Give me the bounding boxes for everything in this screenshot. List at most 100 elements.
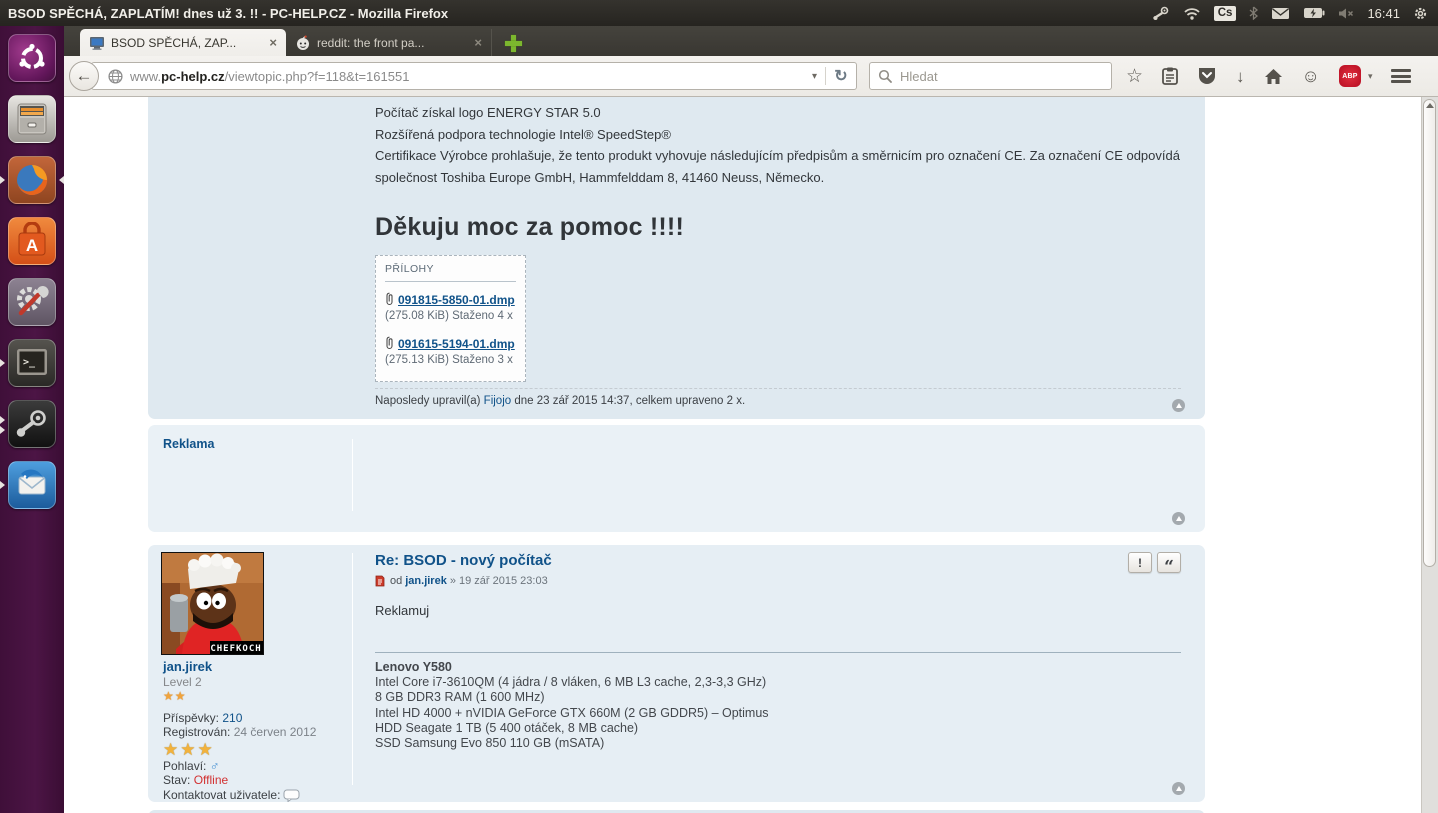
tab-strip: BSOD SPĚCHÁ, ZAP... × reddit: the front … — [64, 26, 1438, 56]
rank-stars-icon: ★★ — [163, 689, 187, 703]
up-arrow-icon — [1175, 515, 1182, 521]
clock[interactable]: 16:41 — [1367, 6, 1400, 21]
navigation-toolbar: ← www.pc-help.cz/viewtopic.php?f=118&t=1… — [64, 56, 1438, 97]
home-icon[interactable] — [1264, 68, 1283, 85]
volume-muted-icon[interactable] — [1338, 7, 1354, 20]
profile-details: jan.jirek Level 2 ★★ Příspěvky: 210 Regi… — [163, 659, 316, 802]
top-panel: BSOD SPĚCHÁ, ZAPLATÍM! dnes už 3. !! - P… — [0, 0, 1438, 26]
registered-label: Registrován: — [163, 725, 231, 739]
url-input[interactable]: www.pc-help.cz/viewtopic.php?f=118&t=161… — [91, 62, 857, 90]
tab-close-icon[interactable]: × — [474, 35, 482, 50]
desktop: BSOD SPĚCHÁ, ZAPLATÍM! dnes už 3. !! - P… — [0, 0, 1438, 813]
search-input[interactable] — [898, 67, 1103, 85]
paperclip-icon — [386, 292, 393, 306]
reddit-favicon — [297, 35, 309, 50]
running-indicator-terminal — [0, 359, 5, 367]
attachment-item: 091815-5850-01.dmp (275.08 KiB) Staženo … — [385, 291, 516, 322]
wifi-icon[interactable] — [1183, 7, 1201, 20]
adblock-dropdown-icon[interactable]: ▾ — [1368, 71, 1373, 82]
back-to-top-button[interactable] — [1172, 512, 1185, 525]
up-arrow-icon — [1175, 402, 1182, 408]
site-globe-icon — [108, 68, 123, 84]
post-text-line: Počítač získal logo ENERGY STAR 5.0 — [375, 105, 601, 120]
post-page-icon — [375, 575, 385, 587]
launcher-item-software-center[interactable]: A — [8, 217, 56, 265]
url-text: www.pc-help.cz/viewtopic.php?f=118&t=161… — [130, 69, 409, 84]
post-text-line: Certifikace Výrobce prohlašuje, že tento… — [375, 148, 1180, 185]
running-indicator-steam-1 — [0, 416, 5, 424]
male-icon: ♂ — [209, 757, 220, 773]
launcher-item-ubuntu-dash[interactable] — [8, 34, 56, 82]
launcher-item-steam[interactable] — [8, 400, 56, 448]
edit-note-user-link[interactable]: Fijojo — [484, 395, 511, 407]
unity-launcher: A >_ — [0, 26, 64, 813]
attachments-title: PŘÍLOHY — [385, 263, 434, 275]
signature-line: HDD Seagate 1 TB (5 400 otáček, 8 MB cac… — [375, 720, 639, 735]
byline-user-link[interactable]: jan.jirek — [405, 575, 447, 587]
profile-username-link[interactable]: jan.jirek — [163, 659, 316, 675]
running-indicator-steam-2 — [0, 426, 5, 434]
tab-pchelp[interactable]: BSOD SPĚCHÁ, ZAP... × — [80, 29, 286, 56]
back-to-top-button[interactable] — [1172, 782, 1185, 795]
private-message-icon[interactable] — [283, 789, 300, 802]
steam-tray-icon[interactable] — [1153, 6, 1170, 21]
attachments-divider — [385, 281, 516, 282]
back-button[interactable]: ← — [69, 61, 99, 91]
toolbar-icons: ☆ ↓ ☺ ABP ▾ — [1126, 65, 1412, 87]
hello-smiley-icon[interactable]: ☺ — [1302, 67, 1320, 85]
tab-label: BSOD SPĚCHÁ, ZAP... — [111, 35, 237, 50]
keyboard-layout-indicator[interactable]: Cs — [1213, 5, 1237, 21]
tab-reddit[interactable]: reddit: the front pa... × — [286, 29, 492, 56]
page-scrollbar[interactable] — [1421, 97, 1438, 813]
quote-post-button[interactable]: “ — [1157, 552, 1181, 576]
mail-icon[interactable] — [1271, 7, 1290, 20]
report-post-button[interactable]: ! — [1128, 552, 1152, 573]
karma-stars-icon: ★★★ — [163, 739, 215, 759]
attachment-link[interactable]: 091815-5850-01.dmp — [398, 293, 515, 307]
svg-text:A: A — [26, 236, 38, 255]
reload-button[interactable]: ↻ — [826, 66, 856, 86]
url-end-controls: ▾ ↻ — [804, 63, 856, 89]
menu-hamburger-icon[interactable] — [1391, 69, 1412, 83]
settings-icon — [17, 286, 49, 316]
thunderbird-icon — [18, 469, 46, 495]
steam-icon — [16, 410, 46, 437]
post-title-link[interactable]: Re: BSOD - nový počítač — [375, 552, 552, 569]
adblock-icon[interactable]: ABP — [1338, 65, 1361, 87]
scrollbar-thumb[interactable] — [1423, 99, 1436, 567]
downloads-icon[interactable]: ↓ — [1236, 68, 1245, 85]
signature-line: Intel Core i7-3610QM (4 jádra / 8 vláken… — [375, 675, 767, 690]
avatar[interactable]: CHEFKOCH — [161, 552, 264, 655]
tab-close-icon[interactable]: × — [269, 35, 277, 50]
signature-block: Lenovo Y580 Intel Core i7-3610QM (4 jádr… — [375, 652, 1181, 751]
signature-line: 8 GB DDR3 RAM (1 600 MHz) — [375, 690, 545, 705]
scrollbar-arrow-icon — [1425, 103, 1434, 108]
launcher-item-terminal[interactable]: >_ — [8, 339, 56, 387]
launcher-item-firefox[interactable] — [8, 156, 56, 204]
signature-line: Lenovo Y580 — [375, 660, 452, 674]
bookmarks-menu-icon[interactable] — [1162, 67, 1178, 85]
post-content-column: Re: BSOD - nový počítač ! “ od jan.jirek… — [375, 545, 1181, 751]
back-to-top-button[interactable] — [1172, 399, 1185, 412]
profile-registered-row: Registrován: 24 červen 2012 — [163, 725, 316, 740]
session-gear-icon[interactable] — [1413, 6, 1428, 21]
url-history-dropdown-icon[interactable]: ▾ — [804, 71, 825, 82]
battery-icon[interactable] — [1303, 7, 1325, 19]
signature-line: Intel HD 4000 + nVIDIA GeForce GTX 660M … — [375, 705, 769, 720]
search-bar[interactable] — [869, 62, 1112, 90]
bookmark-star-icon[interactable]: ☆ — [1126, 67, 1143, 86]
launcher-item-thunderbird[interactable] — [8, 461, 56, 509]
bluetooth-icon[interactable] — [1249, 6, 1259, 20]
post-big-heading: Děkuju moc za pomoc !!!! — [375, 213, 684, 241]
profile-posts-row: Příspěvky: 210 — [163, 711, 316, 726]
edit-note-text: Naposledy upravil(a) — [375, 395, 484, 407]
attachment-link[interactable]: 091615-5194-01.dmp — [398, 337, 515, 351]
up-arrow-icon — [1175, 785, 1182, 791]
pocket-icon[interactable] — [1197, 66, 1217, 86]
launcher-item-files[interactable] — [8, 95, 56, 143]
signature-line: SSD Samsung Evo 850 110 GB (mSATA) — [375, 736, 605, 751]
new-tab-button[interactable] — [500, 30, 526, 56]
svg-text:CHEFKOCH: CHEFKOCH — [210, 644, 261, 654]
launcher-item-system-settings[interactable] — [8, 278, 56, 326]
posts-count-link[interactable]: 210 — [222, 711, 242, 725]
